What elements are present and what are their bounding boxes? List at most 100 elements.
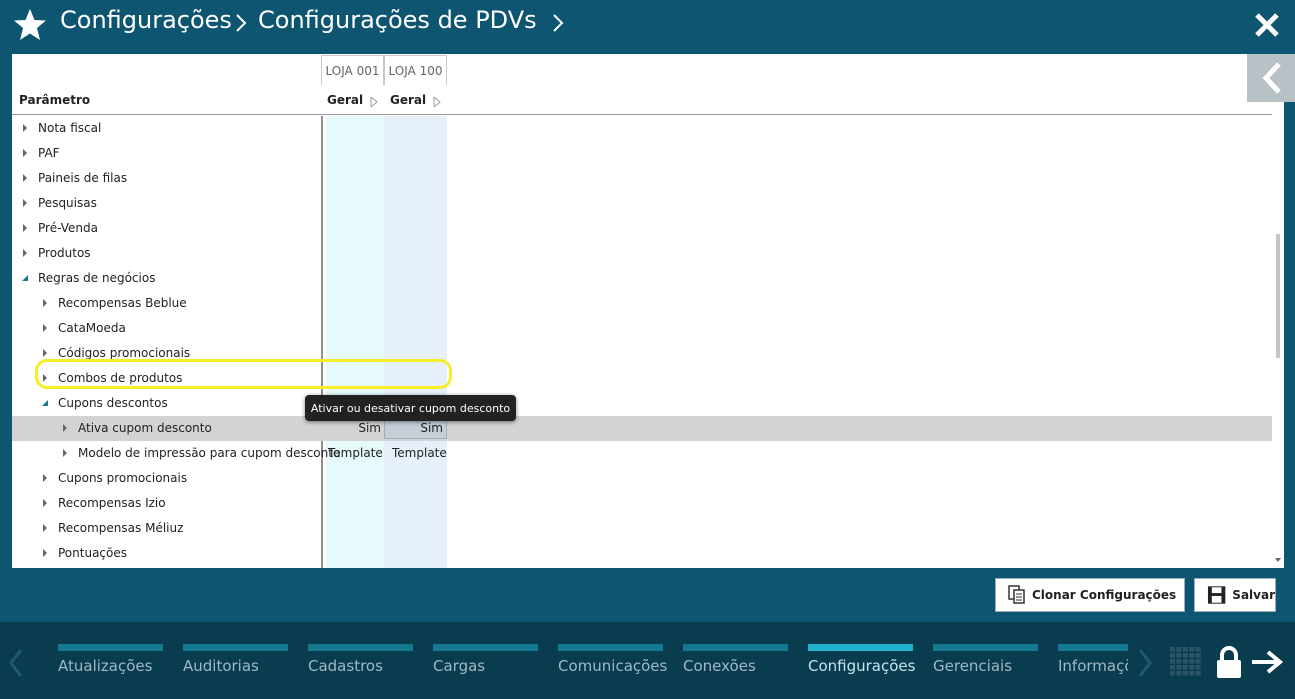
tree-row[interactable]: Ativa cupom desconto Sim Sim xyxy=(12,416,1272,441)
bottom-navigation: Atualizações Auditorias Cadastros Cargas Com… xyxy=(0,622,1295,699)
tree-row-label: Pontuações xyxy=(58,546,127,560)
expand-right-icon[interactable] xyxy=(433,97,441,107)
nav-item-bar xyxy=(183,644,288,651)
tree-row[interactable]: Cupons promocionais xyxy=(12,466,1272,491)
collapse-triangle-icon[interactable] xyxy=(22,274,28,282)
nav-item-label: Cadastros xyxy=(308,657,383,675)
column-store-loja-100: LOJA 100 xyxy=(384,55,447,85)
expand-triangle-icon[interactable] xyxy=(62,424,68,432)
nav-item-label: Atualizações xyxy=(58,657,153,675)
chevron-right-icon xyxy=(236,14,247,32)
nav-item-bar xyxy=(558,644,663,651)
star-icon[interactable] xyxy=(12,7,48,43)
value-loja-001[interactable]: Template xyxy=(328,446,383,460)
tree-row-label: Códigos promocionais xyxy=(58,346,191,360)
clone-settings-button[interactable]: Clonar Configurações xyxy=(995,578,1185,612)
tree-row-label: Produtos xyxy=(38,246,91,260)
nav-item-bar xyxy=(683,644,788,651)
copy-icon xyxy=(1008,585,1025,604)
tree-row-label: PAF xyxy=(38,146,60,160)
chevron-right-icon xyxy=(553,14,564,32)
expand-triangle-icon[interactable] xyxy=(42,499,48,507)
expand-triangle-icon[interactable] xyxy=(42,549,48,557)
scroll-down-icon[interactable] xyxy=(1274,556,1282,564)
tree-row[interactable]: Pesquisas xyxy=(12,191,1272,216)
clone-settings-label: Clonar Configurações xyxy=(1032,588,1177,602)
nav-item-bar xyxy=(308,644,413,651)
floppy-disk-icon xyxy=(1207,586,1226,604)
column-header-geral[interactable]: Geral xyxy=(327,93,363,107)
nav-item-bar xyxy=(808,644,913,651)
chevron-left-icon xyxy=(1262,62,1281,94)
expand-triangle-icon[interactable] xyxy=(22,224,28,232)
tree-row[interactable]: Cupons descontos xyxy=(12,391,1272,416)
tree-row-label: Recompensas Izio xyxy=(58,496,166,510)
tree-row-label: Nota fiscal xyxy=(38,121,102,135)
expand-triangle-icon[interactable] xyxy=(42,474,48,482)
header-divider xyxy=(12,114,1272,115)
tree-row[interactable]: Pontuações xyxy=(12,541,1272,566)
tree-row[interactable]: Recompensas Izio xyxy=(12,491,1272,516)
tree-row-label: Cupons descontos xyxy=(58,396,168,410)
title-bar: Configurações Configurações de PDVs xyxy=(0,0,1295,50)
tree-row-label: Recompensas Beblue xyxy=(58,296,187,310)
expand-triangle-icon[interactable] xyxy=(22,199,28,207)
expand-triangle-icon[interactable] xyxy=(22,174,28,182)
tree-row-label: Paineis de filas xyxy=(38,171,128,185)
tree-row-label: Regras de negócios xyxy=(38,271,156,285)
tree-row[interactable]: CataMoeda xyxy=(12,316,1272,341)
nav-item-bar xyxy=(433,644,538,651)
highlight-annotation xyxy=(35,359,452,389)
expand-triangle-icon[interactable] xyxy=(62,449,68,457)
expand-triangle-icon[interactable] xyxy=(42,349,48,357)
save-button[interactable]: Salvar xyxy=(1194,578,1276,612)
nav-item-label: Cargas xyxy=(433,657,486,675)
expand-triangle-icon[interactable] xyxy=(42,299,48,307)
tree-row[interactable]: Produtos xyxy=(12,241,1272,266)
expand-triangle-icon[interactable] xyxy=(42,524,48,532)
collapse-panel-button[interactable] xyxy=(1247,54,1295,102)
tree-row-label: Pesquisas xyxy=(38,196,97,210)
expand-triangle-icon[interactable] xyxy=(42,324,48,332)
tree-row[interactable]: Regras de negócios xyxy=(12,266,1272,291)
scrollbar-thumb[interactable] xyxy=(1276,234,1280,358)
tooltip: Ativar ou desativar cupom desconto xyxy=(305,395,516,421)
parameters-grid: LOJA 001 LOJA 100 Parâmetro Geral Geral … xyxy=(12,54,1284,568)
scroll-right-icon[interactable] xyxy=(1137,648,1153,678)
save-label: Salvar xyxy=(1232,588,1275,602)
tree-row[interactable]: Modelo de impressão para cupom desconto T… xyxy=(12,441,1272,466)
expand-right-icon[interactable] xyxy=(370,97,378,107)
tree-row[interactable]: Recompensas Méliuz xyxy=(12,516,1272,541)
lock-icon[interactable] xyxy=(1215,645,1243,679)
breadcrumb-configuracoes[interactable]: Configurações xyxy=(60,6,232,34)
expand-triangle-icon[interactable] xyxy=(22,124,28,132)
value-loja-100[interactable]: Sim xyxy=(420,421,443,435)
column-header-geral[interactable]: Geral xyxy=(390,93,426,107)
nav-item-bar xyxy=(1058,644,1128,651)
tree-row[interactable]: PAF xyxy=(12,141,1272,166)
value-loja-001[interactable]: Sim xyxy=(358,421,381,435)
column-store-loja-001: LOJA 001 xyxy=(321,55,384,85)
nav-item-label: Gerenciais xyxy=(933,657,1013,675)
breadcrumb-configuracoes-pdvs[interactable]: Configurações de PDVs xyxy=(258,6,537,34)
tree-row-label: Recompensas Méliuz xyxy=(58,521,184,535)
apps-grid-icon[interactable] xyxy=(1170,647,1202,677)
nav-item-label: Conexões xyxy=(683,657,756,675)
collapse-triangle-icon[interactable] xyxy=(42,399,48,407)
column-header-parametro: Parâmetro xyxy=(19,93,91,107)
tree-row-label: CataMoeda xyxy=(58,321,126,335)
tree-row[interactable]: Recompensas Beblue xyxy=(12,291,1272,316)
value-loja-100[interactable]: Template xyxy=(392,446,447,460)
nav-item-label: Auditorias xyxy=(183,657,259,675)
expand-triangle-icon[interactable] xyxy=(22,249,28,257)
tree-row[interactable]: Nota fiscal xyxy=(12,116,1272,141)
tree-row-label: Pré-Venda xyxy=(38,221,98,235)
logout-arrow-icon[interactable] xyxy=(1250,649,1284,675)
tree-row[interactable]: Pré-Venda xyxy=(12,216,1272,241)
nav-item-label: Informações xyxy=(1058,657,1128,675)
close-icon[interactable] xyxy=(1254,12,1280,38)
expand-triangle-icon[interactable] xyxy=(22,149,28,157)
nav-item-bar xyxy=(933,644,1038,651)
nav-item-label: Configurações xyxy=(808,657,916,675)
tree-row[interactable]: Paineis de filas xyxy=(12,166,1272,191)
